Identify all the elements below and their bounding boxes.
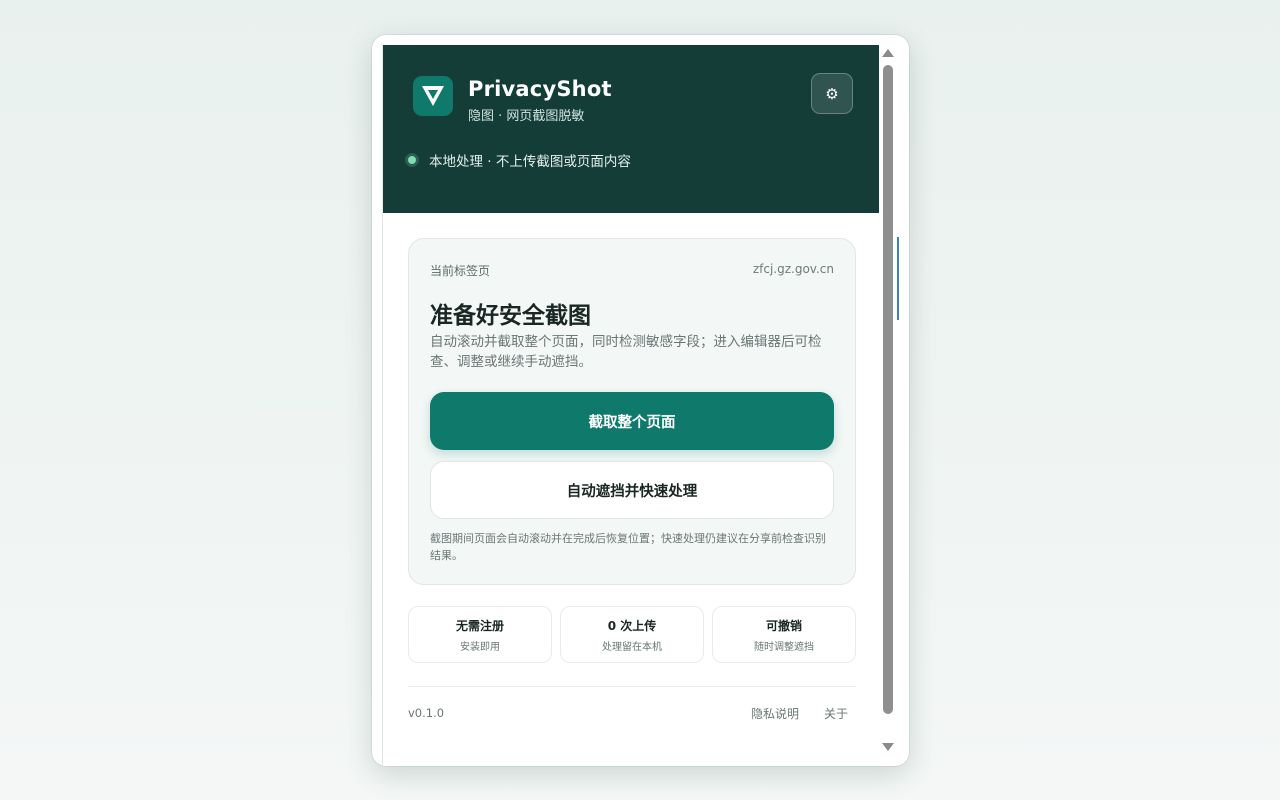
feature-undo: 可撤销 随时调整遮挡 xyxy=(712,606,856,663)
feature-subtitle: 随时调整遮挡 xyxy=(754,641,814,653)
popup-scrollbar[interactable] xyxy=(881,45,895,756)
app-title: PrivacyShot xyxy=(468,77,612,101)
feature-title: 无需注册 xyxy=(455,618,504,633)
app-subtitle: 隐图 · 网页截图脱敏 xyxy=(468,109,585,124)
capture-full-page-button[interactable]: 截取整个页面 xyxy=(430,392,834,450)
feature-title: 0 次上传 xyxy=(607,618,657,633)
capture-card: 当前标签页 zfcj.gz.gov.cn 准备好安全截图 自动滚动并截取整个页面… xyxy=(408,238,856,585)
page-scroll-indicator xyxy=(897,237,899,320)
feature-zero-upload: 0 次上传 处理留在本机 xyxy=(560,606,704,663)
feature-no-signup: 无需注册 安装即用 xyxy=(408,606,552,663)
current-tab-domain: zfcj.gz.gov.cn xyxy=(752,262,834,276)
about-link[interactable]: 关于 xyxy=(824,705,848,722)
scroll-up-arrow-icon[interactable] xyxy=(882,49,894,57)
scroll-thumb[interactable] xyxy=(883,65,893,714)
shield-v-icon xyxy=(422,86,444,106)
card-description: 自动滚动并截取整个页面，同时检测敏感字段；进入编辑器后可检查、调整或继续手动遮挡… xyxy=(430,334,822,370)
extension-popup: PrivacyShot 隐图 · 网页截图脱敏 ⚙ 本地处理 · 不上传截图或页… xyxy=(372,35,909,766)
status-text: 本地处理 · 不上传截图或页面内容 xyxy=(429,154,631,170)
auto-mask-button[interactable]: 自动遮挡并快速处理 xyxy=(430,461,834,519)
current-tab-label: 当前标签页 xyxy=(430,264,491,278)
gear-icon: ⚙ xyxy=(825,84,839,103)
popup-header: PrivacyShot 隐图 · 网页截图脱敏 ⚙ 本地处理 · 不上传截图或页… xyxy=(383,45,879,213)
status-dot xyxy=(405,153,419,167)
popup-content: PrivacyShot 隐图 · 网页截图脱敏 ⚙ 本地处理 · 不上传截图或页… xyxy=(382,45,879,766)
status-row: 本地处理 · 不上传截图或页面内容 xyxy=(405,150,631,170)
footer-divider xyxy=(408,686,856,687)
feature-list: 无需注册 安装即用 0 次上传 处理留在本机 可撤销 随时调整遮挡 xyxy=(408,606,856,663)
card-note: 截图期间页面会自动滚动并在完成后恢复位置；快速处理仍建议在分享前检查识别结果。 xyxy=(430,532,826,562)
version-label: v0.1.0 xyxy=(408,706,445,720)
app-logo xyxy=(413,76,453,116)
feature-subtitle: 安装即用 xyxy=(460,641,500,653)
feature-subtitle: 处理留在本机 xyxy=(602,641,662,653)
feature-title: 可撤销 xyxy=(765,618,802,633)
privacy-link[interactable]: 隐私说明 xyxy=(751,705,799,722)
scroll-down-arrow-icon[interactable] xyxy=(882,743,894,751)
card-heading: 准备好安全截图 xyxy=(430,303,591,329)
settings-button[interactable]: ⚙ xyxy=(811,73,853,114)
